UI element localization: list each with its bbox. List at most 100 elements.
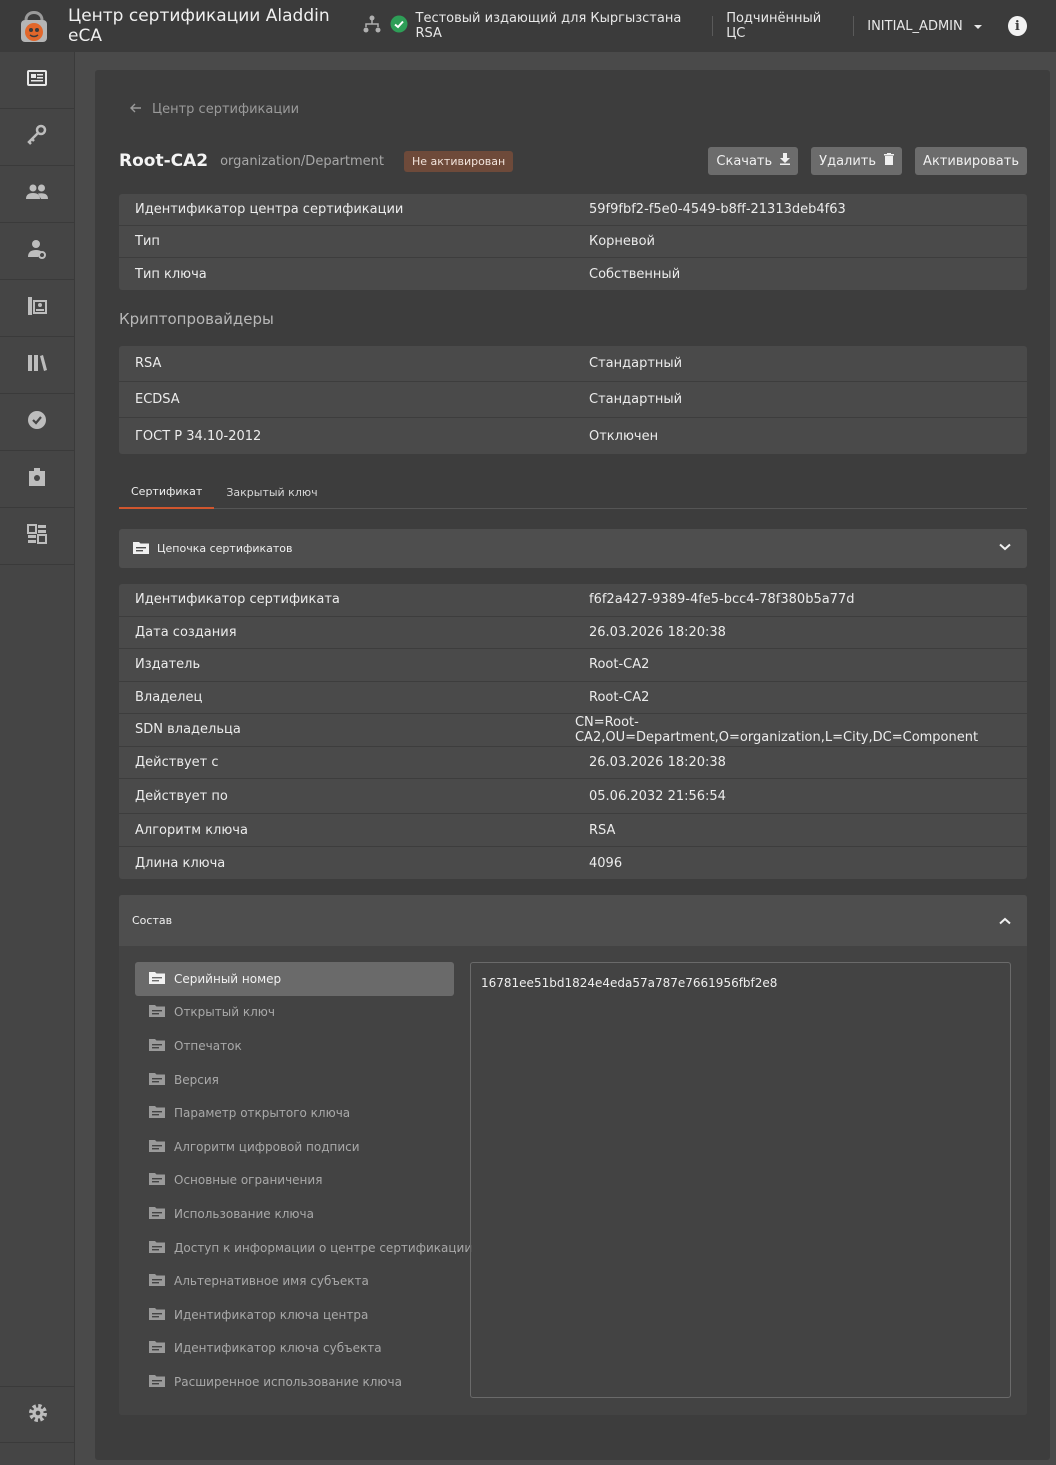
sidebar-item-dashboard[interactable] xyxy=(0,508,74,565)
app-logo-icon xyxy=(17,6,51,46)
page-title: Root-CA2 xyxy=(119,151,209,171)
folder-icon xyxy=(149,1139,165,1155)
download-button[interactable]: Скачать xyxy=(708,147,799,175)
composition-field-list: Серийный номер Открытый ключ Отпечаток Верс… xyxy=(135,962,472,1399)
status-badge: Не активирован xyxy=(403,150,514,172)
list-item-label: Расширенное использование ключа xyxy=(174,1374,402,1389)
folder-icon xyxy=(149,1072,165,1088)
sidebar-item-certificates[interactable] xyxy=(0,451,74,508)
row-value: 26.03.2026 18:20:38 xyxy=(589,624,726,640)
row-key: Дата создания xyxy=(135,624,237,640)
row-key: ГОСТ Р 34.10-2012 xyxy=(135,428,262,444)
composition-accordion-header[interactable]: Состав xyxy=(119,895,1027,946)
list-item-label: Параметр открытого ключа xyxy=(174,1106,351,1121)
table-row: Идентификатор сертификата f6f2a427-9389-… xyxy=(119,584,1027,617)
issuer-selector[interactable]: Тестовый издающий для Кыргызстана RSA xyxy=(362,11,700,41)
list-item-label: Доступ к информации о центре сертификаци… xyxy=(174,1240,473,1255)
list-item[interactable]: Основные ограничения xyxy=(135,1164,454,1198)
list-item-label: Основные ограничения xyxy=(174,1173,323,1188)
caret-down-icon xyxy=(973,19,983,34)
sidebar-item-users[interactable] xyxy=(0,166,74,223)
user-key-icon xyxy=(26,238,48,264)
list-item[interactable]: Отпечаток xyxy=(135,1029,454,1063)
list-item-label: Серийный номер xyxy=(174,971,282,986)
list-item[interactable]: Идентификатор ключа субъекта xyxy=(135,1332,454,1366)
table-row: Действует по 05.06.2032 21:56:54 xyxy=(119,779,1027,814)
list-item[interactable]: Серийный номер xyxy=(135,962,454,996)
row-key: Тип xyxy=(135,234,160,249)
breadcrumb-back-link[interactable]: Центр сертификации xyxy=(130,102,299,117)
list-item[interactable]: Версия xyxy=(135,1063,454,1097)
subordinate-ca-link[interactable]: Подчинённый ЦС xyxy=(726,11,840,41)
table-row: ГОСТ Р 34.10-2012 Отключен xyxy=(119,418,1027,454)
folder-icon xyxy=(149,1340,165,1356)
table-row: RSA Стандартный xyxy=(119,346,1027,382)
chevron-down-icon xyxy=(999,541,1011,554)
download-button-label: Скачать xyxy=(716,153,773,169)
list-item[interactable]: Открытый ключ xyxy=(135,996,454,1030)
row-value: RSA xyxy=(589,822,616,838)
list-item[interactable]: Расширенное использование ключа xyxy=(135,1365,454,1399)
row-value: Собственный xyxy=(589,266,681,282)
list-item[interactable]: Доступ к информации о центре сертификаци… xyxy=(135,1231,472,1265)
sidebar-item-library[interactable] xyxy=(0,337,74,394)
row-value: Root-CA2 xyxy=(589,657,650,673)
dashboard-icon xyxy=(26,523,48,549)
table-row: Тип ключа Собственный xyxy=(119,258,1027,290)
sidebar-item-user-keys[interactable] xyxy=(0,223,74,280)
tabs: Сертификат Закрытый ключ xyxy=(119,475,1027,509)
page-subtitle: organization/Department xyxy=(220,153,384,169)
delete-button[interactable]: Удалить xyxy=(811,147,903,175)
list-item[interactable]: Альтернативное имя субъекта xyxy=(135,1264,454,1298)
table-row: Дата создания 26.03.2026 18:20:38 xyxy=(119,617,1027,649)
sidebar-item-keys[interactable] xyxy=(0,109,74,166)
list-item[interactable]: Использование ключа xyxy=(135,1197,454,1231)
list-item[interactable]: Идентификатор ключа центра xyxy=(135,1298,454,1332)
sidebar-item-user-certificates[interactable] xyxy=(0,280,74,337)
row-key: RSA xyxy=(135,356,162,371)
row-key: Тип ключа xyxy=(135,266,207,282)
key-icon xyxy=(25,123,49,151)
main-panel: Центр сертификации Root-CA2 organization… xyxy=(95,70,1050,1460)
row-value: 59f9fbf2-f5e0-4549-b8ff-21313deb4f63 xyxy=(589,202,846,217)
composition-title: Состав xyxy=(132,914,173,927)
table-row: Идентификатор центра сертификации 59f9fb… xyxy=(119,194,1027,226)
certificate-card-icon xyxy=(26,68,48,92)
arrow-left-icon xyxy=(130,102,142,117)
sidebar-item-verification[interactable] xyxy=(0,394,74,451)
sidebar-item-certificate-authority[interactable] xyxy=(0,52,74,109)
activate-button[interactable]: Активировать xyxy=(915,147,1027,175)
folder-icon xyxy=(149,1206,165,1222)
sidebar-item-settings[interactable] xyxy=(0,1386,75,1443)
delete-button-label: Удалить xyxy=(819,153,877,169)
info-icon[interactable]: i xyxy=(1007,16,1028,36)
user-menu[interactable]: INITIAL_ADMIN xyxy=(867,19,982,34)
row-key: Владелец xyxy=(135,689,203,705)
list-item-label: Идентификатор ключа субъекта xyxy=(174,1341,382,1356)
row-key: Алгоритм ключа xyxy=(135,822,248,838)
list-item[interactable]: Параметр открытого ключа xyxy=(135,1096,454,1130)
chain-label: Цепочка сертификатов xyxy=(157,542,293,555)
row-value: f6f2a427-9389-4fe5-bcc4-78f380b5a77d xyxy=(589,592,855,608)
folder-icon xyxy=(149,1105,165,1121)
divider xyxy=(853,16,855,36)
trash-icon xyxy=(884,153,895,169)
tab-certificate[interactable]: Сертификат xyxy=(119,475,215,509)
row-key: Идентификатор сертификата xyxy=(135,592,340,608)
folder-icon xyxy=(149,1273,165,1289)
tab-private-key[interactable]: Закрытый ключ xyxy=(214,475,329,509)
table-row: Тип Корневой xyxy=(119,226,1027,258)
divider xyxy=(712,16,714,36)
table-row: Действует с 26.03.2026 18:20:38 xyxy=(119,747,1027,779)
row-value: Отключен xyxy=(589,428,659,444)
composition-body: Серийный номер Открытый ключ Отпечаток Верс… xyxy=(119,946,1027,1415)
activate-button-label: Активировать xyxy=(923,153,1019,169)
app-title: Центр сертификации Aladdin eCA xyxy=(68,6,330,46)
list-item-label: Открытый ключ xyxy=(174,1005,275,1020)
verified-badge-icon xyxy=(26,409,48,435)
certificate-chain-accordion[interactable]: Цепочка сертификатов xyxy=(119,529,1027,568)
list-item[interactable]: Алгоритм цифровой подписи xyxy=(135,1130,454,1164)
crypto-section-title: Криптопровайдеры xyxy=(119,310,274,328)
list-item-label: Отпечаток xyxy=(174,1038,242,1053)
table-row: ECDSA Стандартный xyxy=(119,382,1027,418)
